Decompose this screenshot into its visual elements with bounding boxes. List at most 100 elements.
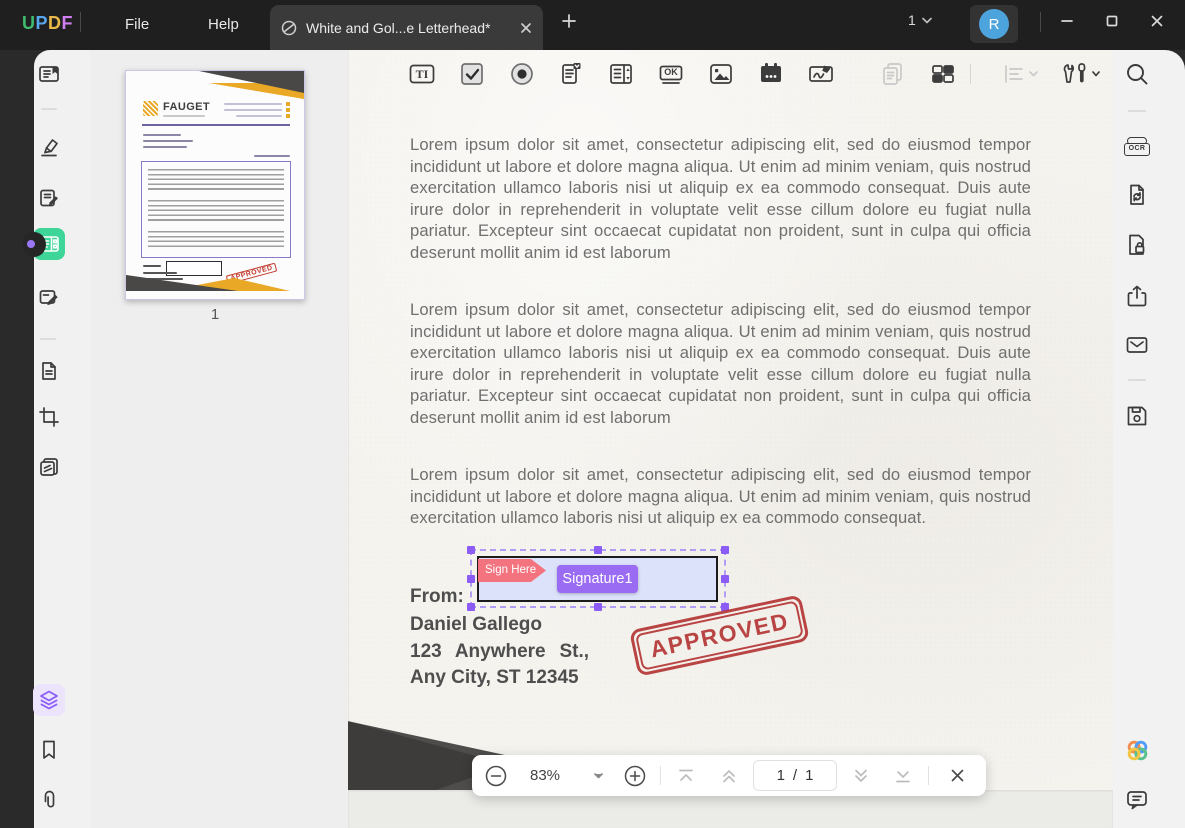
from-label: From: (410, 586, 464, 608)
plus-icon (561, 13, 577, 29)
sidebar-item-ai-assistant[interactable] (1123, 736, 1151, 764)
double-chevron-down-icon (852, 767, 870, 785)
toolbar-alignment-button[interactable] (1000, 60, 1028, 88)
zoom-dropdown-caret[interactable] (590, 755, 606, 796)
toolbar-layout-grid-button[interactable] (929, 60, 957, 88)
tab-count-dropdown[interactable]: 1 (908, 12, 932, 28)
previous-page-button[interactable] (718, 755, 740, 796)
last-page-button[interactable] (892, 755, 914, 796)
toolbar-image-field-button[interactable] (707, 60, 735, 88)
sidebar-item-organize-pages[interactable] (33, 355, 65, 387)
minimize-button[interactable] (1050, 4, 1084, 38)
zoombar-divider (928, 766, 929, 785)
thumbnail-page-number: 1 (125, 306, 305, 323)
field-tools-caret[interactable] (1090, 60, 1102, 88)
sidebar-divider (40, 338, 56, 340)
signature-field-icon (807, 60, 835, 88)
sidebar-item-save[interactable] (1123, 402, 1151, 430)
thumb-line (143, 146, 187, 148)
thumb-body-box (141, 161, 291, 258)
from-address-2: Any City, ST 12345 (410, 667, 579, 689)
sidebar-item-convert[interactable] (1123, 181, 1151, 209)
selection-handle[interactable] (721, 575, 729, 583)
zoom-out-button[interactable] (484, 755, 508, 796)
sidebar-divider (1128, 110, 1146, 112)
sidebar-item-search[interactable] (1123, 60, 1151, 88)
document-tab-icon (280, 19, 298, 37)
toolbar-push-button[interactable]: OK (657, 60, 685, 88)
stamp-text: APPROVED (635, 600, 804, 671)
toolbar-text-field-button[interactable]: TI (408, 60, 436, 88)
selection-handle[interactable] (467, 546, 475, 554)
sidebar-item-email[interactable] (1123, 331, 1151, 359)
toolbar-radio-button[interactable] (508, 60, 536, 88)
sidebar-item-annotate[interactable] (33, 131, 65, 163)
logo-letter: F (62, 13, 74, 33)
sidebar-divider (1128, 379, 1146, 381)
selection-handle[interactable] (594, 546, 602, 554)
image-field-icon (707, 60, 735, 88)
document-tab[interactable]: White and Gol...e Letterhead* (270, 5, 543, 50)
close-zoombar-button[interactable] (942, 755, 972, 796)
app-window: UPDF File Help White and Gol...e Letterh… (0, 0, 1185, 828)
first-page-button[interactable] (675, 755, 697, 796)
sidebar-item-share[interactable] (1123, 282, 1151, 310)
selection-handle[interactable] (467, 575, 475, 583)
sidebar-item-bookmark[interactable] (33, 734, 65, 766)
sidebar-item-crop[interactable] (33, 401, 65, 433)
zoom-level[interactable]: 83% (518, 755, 572, 796)
sidebar-item-ocr[interactable]: OCR (1123, 130, 1151, 162)
sidebar-item-reader[interactable] (33, 58, 65, 90)
toolbar-date-field-button[interactable] (757, 60, 785, 88)
thumb-paragraph (148, 200, 284, 224)
first-page-icon (677, 768, 695, 784)
toolbar-field-tools-button[interactable] (1062, 60, 1090, 88)
selection-handle[interactable] (467, 603, 475, 611)
sidebar-item-chat[interactable] (1123, 786, 1151, 814)
account-button[interactable]: R (970, 5, 1018, 43)
sidebar-item-protect[interactable] (1123, 231, 1151, 259)
toolbar-list-box-button[interactable] (607, 60, 635, 88)
toolbar-duplicate-button[interactable] (879, 60, 907, 88)
ai-assistant-icon (1124, 737, 1151, 764)
selection-handle[interactable] (594, 603, 602, 611)
signature-field-label[interactable]: Signature1 (557, 565, 638, 593)
tab-close-icon[interactable] (519, 21, 533, 35)
thumb-line (163, 115, 205, 117)
toolbar-dropdown-button[interactable] (557, 60, 585, 88)
checkbox-icon (458, 60, 486, 88)
selection-handle[interactable] (721, 546, 729, 554)
chat-bubble-icon (1124, 787, 1150, 813)
toolbar-checkbox-button[interactable] (458, 60, 486, 88)
new-tab-button[interactable] (552, 4, 586, 38)
titlebar: UPDF File Help White and Gol...e Letterh… (0, 0, 1185, 50)
titlebar-divider (1040, 12, 1041, 32)
next-page-button[interactable] (850, 755, 872, 796)
sidebar-item-fill-sign[interactable] (33, 281, 65, 313)
alignment-caret[interactable] (1026, 60, 1040, 88)
paragraph-2: Lorem ipsum dolor sit amet, consectetur … (410, 299, 1031, 429)
sidebar-item-attachment[interactable] (33, 784, 65, 816)
menu-file[interactable]: File (115, 0, 159, 50)
menu-help[interactable]: Help (198, 0, 249, 50)
zoom-in-button[interactable] (623, 755, 647, 796)
maximize-button[interactable] (1095, 4, 1129, 38)
sidebar-item-edit[interactable] (33, 182, 65, 214)
thumb-line (236, 115, 282, 117)
save-icon (1124, 403, 1150, 429)
layout-grid-icon (929, 60, 957, 88)
sidebar-item-layers[interactable] (33, 684, 65, 716)
tab-title: White and Gol...e Letterhead* (306, 20, 511, 36)
thumb-line (224, 109, 282, 111)
plus-circle-icon (624, 765, 646, 787)
sidebar-item-convert-pages[interactable] (33, 451, 65, 483)
tab-count-value: 1 (908, 12, 916, 28)
close-button[interactable] (1140, 4, 1174, 38)
toolbar-signature-field-button[interactable] (807, 60, 835, 88)
page-thumbnail[interactable]: FAUGET (125, 70, 305, 300)
avatar: R (979, 9, 1009, 39)
toolbar-divider (970, 64, 971, 84)
page-number-input[interactable]: 1 / 1 (753, 760, 837, 791)
edit-pdf-icon (37, 186, 61, 210)
duplicate-icon (879, 60, 907, 88)
